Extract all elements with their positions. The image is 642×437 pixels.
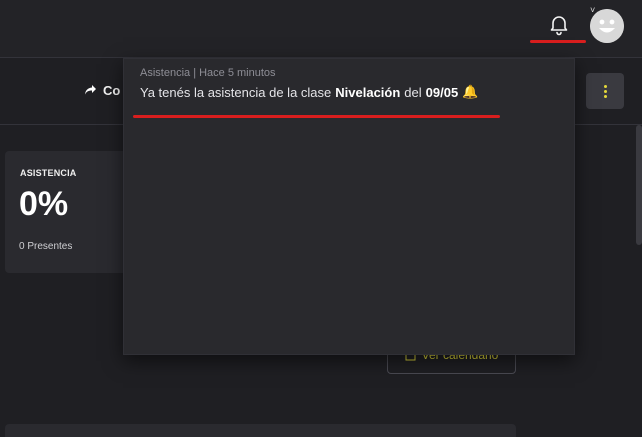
share-button[interactable]: Co <box>84 80 120 100</box>
bell-icon[interactable] <box>547 12 571 36</box>
bell-emoji-icon: 🔔 <box>462 84 479 99</box>
bell-highlight-underline <box>530 40 586 43</box>
kebab-menu-button[interactable] <box>586 73 624 109</box>
content-card <box>5 424 516 437</box>
attendance-card-label: ASISTENCIA <box>20 168 77 178</box>
notification-highlight-underline <box>133 115 500 118</box>
notification-class-name: Nivelación <box>335 84 401 100</box>
attendance-percentage: 0% <box>19 185 69 223</box>
attendance-card: ASISTENCIA 0% 0 Presentes <box>5 151 130 273</box>
notification-message: Ya tenés la asistencia de la clase Nivel… <box>140 84 478 100</box>
scrollbar[interactable] <box>636 125 642 245</box>
notifications-dropdown: Asistencia | Hace 5 minutos Ya tenés la … <box>123 58 575 355</box>
share-button-label: Co <box>103 82 121 98</box>
notification-text-prefix: Ya tenés la asistencia de la clase <box>140 84 332 100</box>
top-bar: ˅ <box>0 0 642 58</box>
attendance-present-count: 0 Presentes <box>19 241 73 252</box>
notification-date: 09/05 <box>425 84 459 100</box>
notification-meta: Asistencia | Hace 5 minutos <box>140 67 276 79</box>
kebab-menu-icon <box>603 84 607 98</box>
notification-item[interactable]: Asistencia | Hace 5 minutos Ya tenés la … <box>124 59 574 121</box>
share-arrow-icon <box>85 85 96 95</box>
avatar[interactable] <box>590 9 624 43</box>
notification-text-middle: del <box>404 84 422 100</box>
